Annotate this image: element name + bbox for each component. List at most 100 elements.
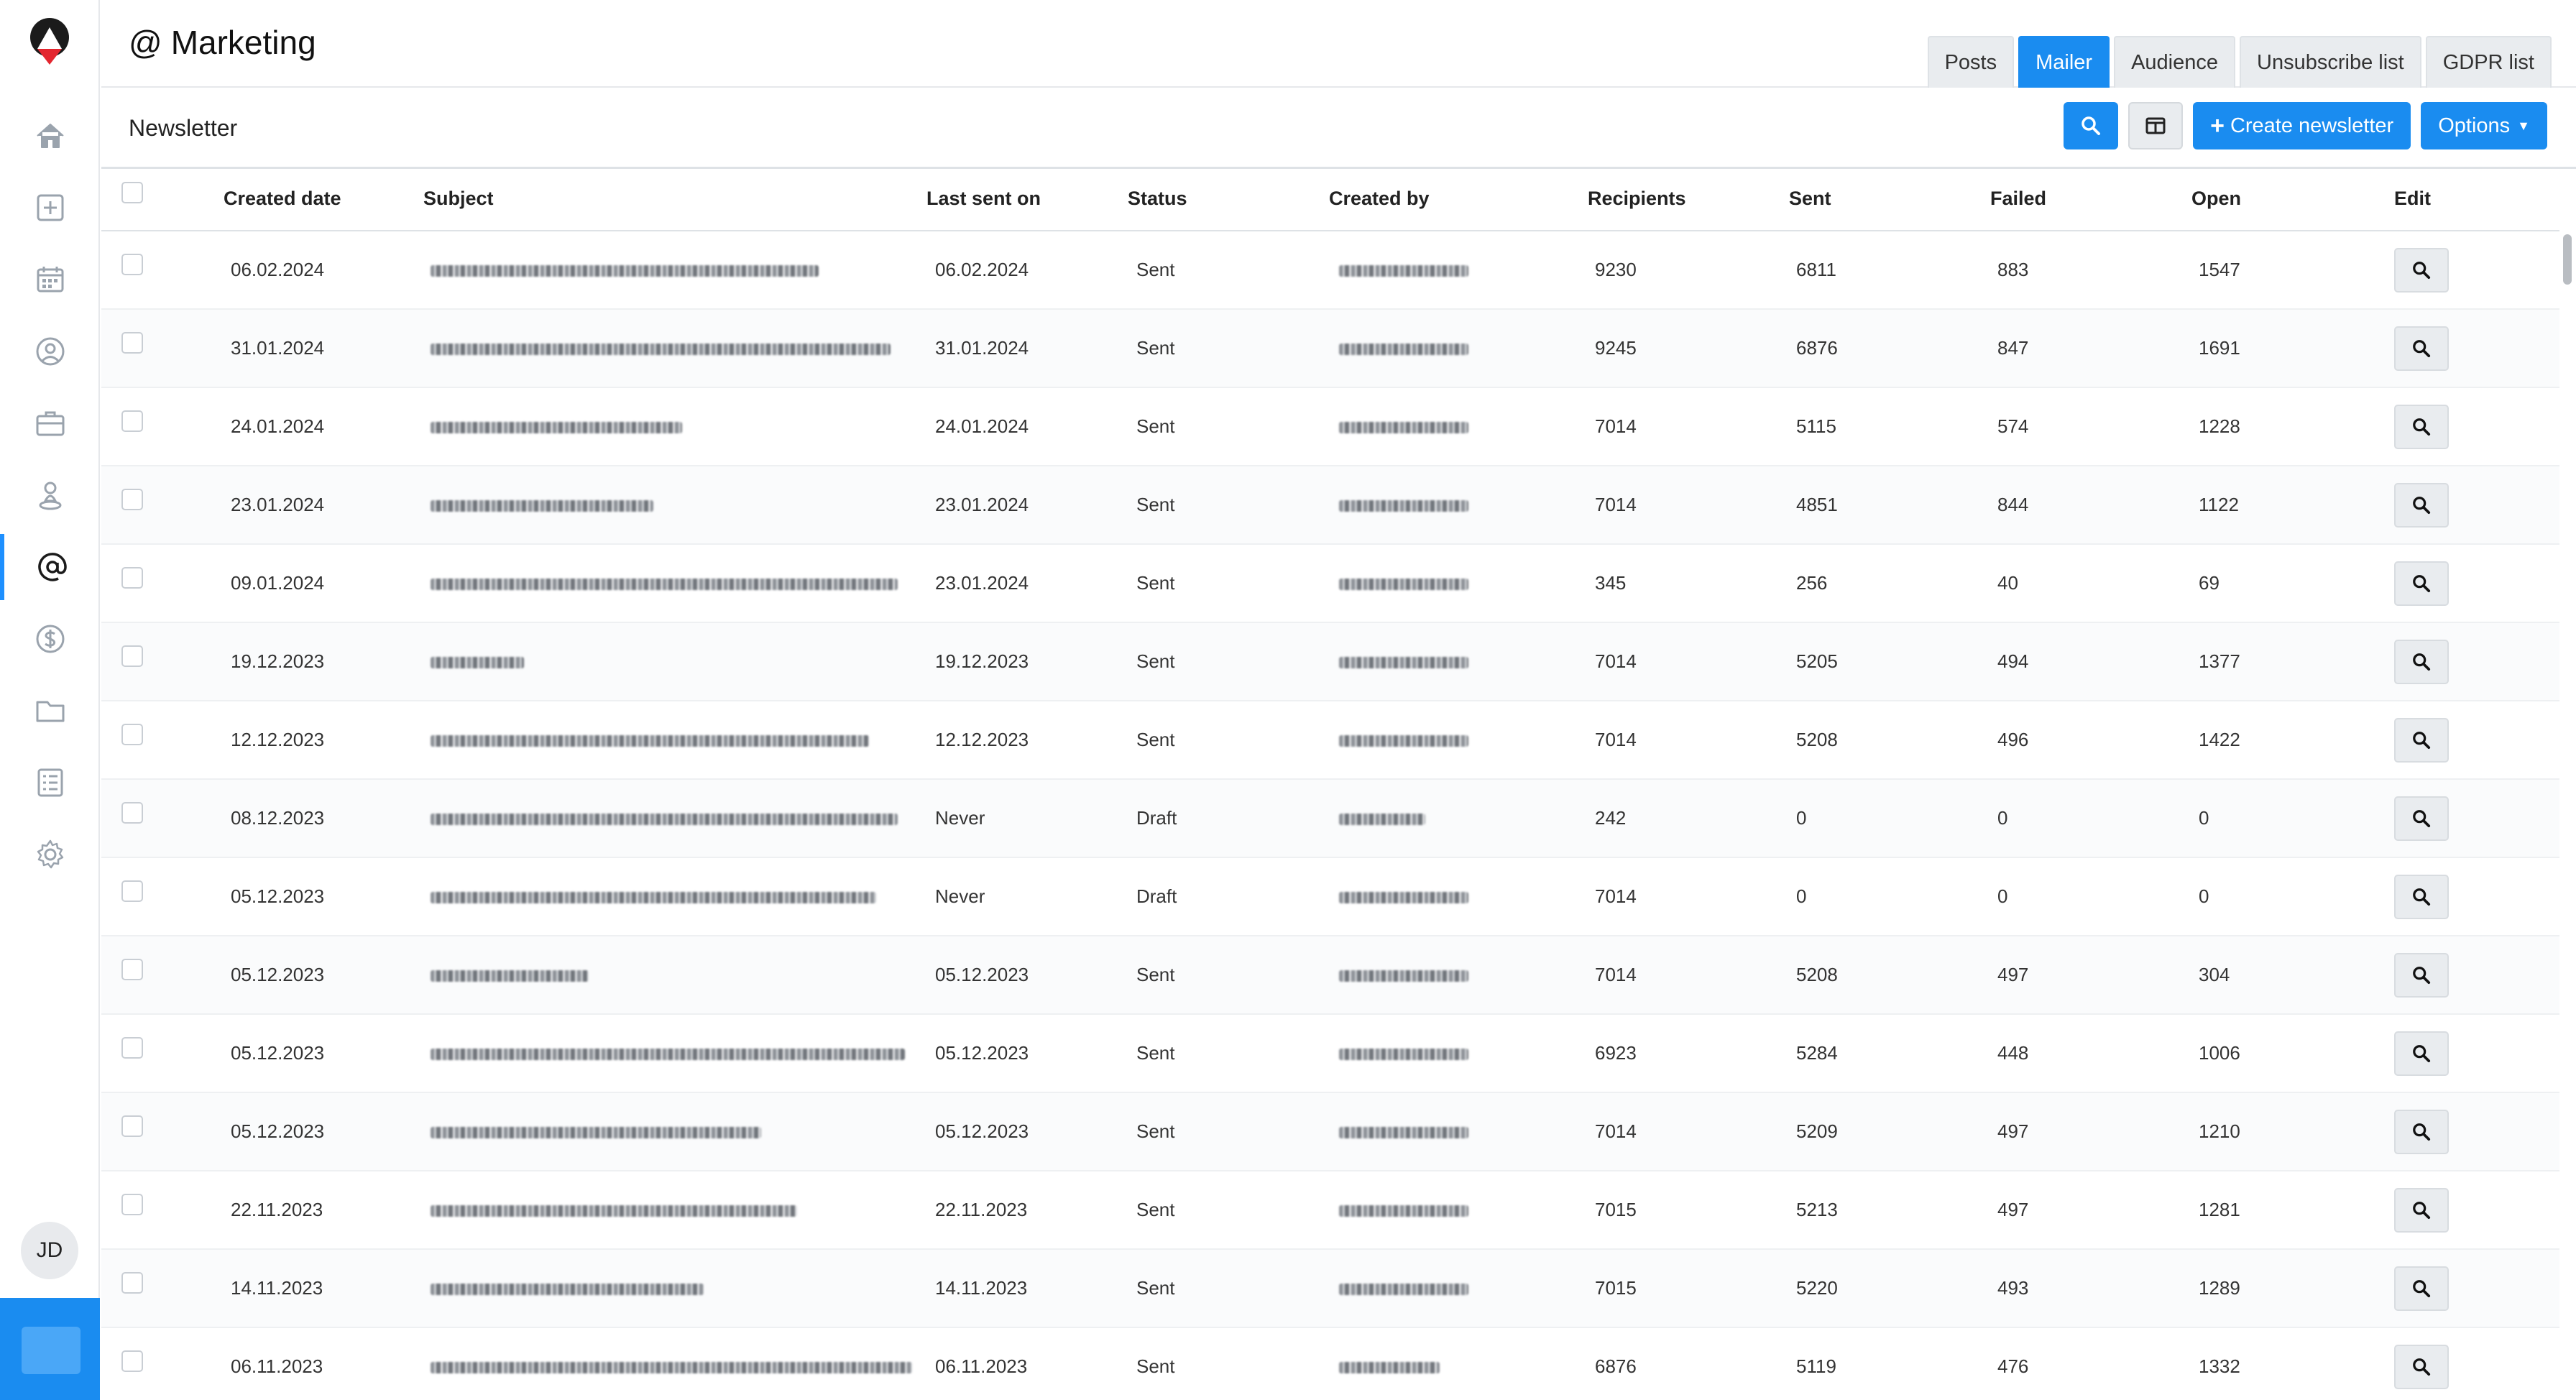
table-row[interactable]: 23.01.2024 23.01.2024 Sent 7014 4851 844… (101, 466, 2559, 545)
col-sent[interactable]: Sent (1789, 167, 1990, 231)
sidebar-item-home[interactable] (0, 103, 100, 169)
sidebar-item-tasks[interactable] (0, 750, 100, 816)
edit-cell (2394, 1327, 2559, 1400)
row-checkbox[interactable] (121, 1272, 143, 1294)
select-all-checkbox[interactable] (121, 182, 143, 204)
subject-redacted (431, 422, 682, 434)
col-last-sent[interactable]: Last sent on (926, 167, 1128, 231)
sidebar-item-add[interactable] (0, 175, 100, 241)
tab-audience[interactable]: Audience (2114, 36, 2236, 88)
sidebar-item-projects[interactable] (0, 390, 100, 456)
row-checkbox[interactable] (121, 802, 143, 824)
table-row[interactable]: 12.12.2023 12.12.2023 Sent 7014 5208 496… (101, 701, 2559, 780)
tab-mailer[interactable]: Mailer (2018, 36, 2110, 88)
edit-button[interactable] (2394, 482, 2449, 528)
row-checkbox[interactable] (121, 724, 143, 746)
table-row[interactable]: 09.01.2024 23.01.2024 Sent 345 256 40 69 (101, 544, 2559, 623)
edit-button[interactable] (2394, 874, 2449, 919)
col-open[interactable]: Open (2191, 167, 2394, 231)
row-checkbox[interactable] (121, 254, 143, 276)
sent: 256 (1789, 544, 1990, 623)
columns-button[interactable] (2128, 102, 2184, 149)
avatar[interactable]: JD (21, 1222, 78, 1279)
last-sent-on: Never (926, 857, 1128, 936)
search-icon (2413, 574, 2431, 592)
table-row[interactable]: 06.02.2024 06.02.2024 Sent 9230 6811 883… (101, 231, 2559, 310)
row-checkbox[interactable] (121, 1037, 143, 1059)
row-checkbox[interactable] (121, 1194, 143, 1216)
table-row[interactable]: 05.12.2023 05.12.2023 Sent 6923 5284 448… (101, 1014, 2559, 1093)
col-failed[interactable]: Failed (1990, 167, 2191, 231)
sidebar-item-calendar[interactable] (0, 247, 100, 313)
scrollbar[interactable] (2563, 234, 2572, 285)
edit-button[interactable] (2394, 1109, 2449, 1154)
open: 1547 (2191, 231, 2394, 310)
edit-button[interactable] (2394, 796, 2449, 841)
sent: 5119 (1789, 1327, 1990, 1400)
row-select-cell (101, 779, 224, 858)
sidebar-item-people[interactable] (0, 462, 100, 528)
tab-gdpr-list[interactable]: GDPR list (2425, 36, 2552, 88)
tab-unsubscribe-list[interactable]: Unsubscribe list (2240, 36, 2421, 88)
sent: 5220 (1789, 1249, 1990, 1328)
table-row[interactable]: 05.12.2023 Never Draft 7014 0 0 0 (101, 857, 2559, 936)
edit-button[interactable] (2394, 1266, 2449, 1311)
page-title-text: Marketing (170, 24, 316, 61)
col-status[interactable]: Status (1128, 167, 1329, 231)
edit-button[interactable] (2394, 1031, 2449, 1076)
options-dropdown[interactable]: Options ▼ (2421, 102, 2547, 149)
row-checkbox[interactable] (121, 410, 143, 433)
table-row[interactable]: 08.12.2023 Never Draft 242 0 0 0 (101, 779, 2559, 858)
sidebar-footer[interactable] (0, 1298, 100, 1400)
create-newsletter-button[interactable]: + Create newsletter (2193, 102, 2411, 149)
edit-button[interactable] (2394, 952, 2449, 998)
row-checkbox[interactable] (121, 959, 143, 981)
sidebar-item-contacts[interactable] (0, 318, 100, 384)
row-checkbox[interactable] (121, 645, 143, 668)
col-recipients[interactable]: Recipients (1588, 167, 1789, 231)
edit-cell (2394, 231, 2559, 310)
edit-button[interactable] (2394, 561, 2449, 606)
row-checkbox[interactable] (121, 332, 143, 354)
created-date: 19.12.2023 (224, 622, 423, 701)
table-row[interactable]: 05.12.2023 05.12.2023 Sent 7014 5209 497… (101, 1092, 2559, 1171)
plus-square-icon (37, 194, 63, 221)
table-row[interactable]: 31.01.2024 31.01.2024 Sent 9245 6876 847… (101, 309, 2559, 388)
edit-button[interactable] (2394, 247, 2449, 293)
sidebar-item-files[interactable] (0, 678, 100, 744)
creator-redacted (1339, 1127, 1468, 1139)
app-logo[interactable] (27, 17, 72, 66)
edit-button[interactable] (2394, 639, 2449, 684)
table-row[interactable]: 06.11.2023 06.11.2023 Sent 6876 5119 476… (101, 1327, 2559, 1400)
edit-button[interactable] (2394, 717, 2449, 763)
table-row[interactable]: 22.11.2023 22.11.2023 Sent 7015 5213 497… (101, 1171, 2559, 1250)
col-created-by[interactable]: Created by (1329, 167, 1588, 231)
row-checkbox[interactable] (121, 1115, 143, 1138)
edit-button[interactable] (2394, 404, 2449, 449)
sidebar-item-finance[interactable] (0, 606, 100, 672)
row-checkbox[interactable] (121, 880, 143, 903)
col-subject[interactable]: Subject (423, 167, 926, 231)
edit-button[interactable] (2394, 1187, 2449, 1233)
failed: 496 (1990, 701, 2191, 780)
edit-cell (2394, 1092, 2559, 1171)
sidebar-item-marketing[interactable] (0, 534, 100, 600)
failed: 883 (1990, 231, 2191, 310)
search-button[interactable] (2064, 102, 2119, 149)
row-checkbox[interactable] (121, 1350, 143, 1373)
table-row[interactable]: 19.12.2023 19.12.2023 Sent 7014 5205 494… (101, 622, 2559, 701)
search-icon (2413, 966, 2431, 984)
edit-button[interactable] (2394, 326, 2449, 371)
tab-posts[interactable]: Posts (1927, 36, 2015, 88)
creator-redacted (1339, 1049, 1468, 1061)
col-created-date[interactable]: Created date (224, 167, 423, 231)
table-row[interactable]: 24.01.2024 24.01.2024 Sent 7014 5115 574… (101, 387, 2559, 466)
edit-button[interactable] (2394, 1344, 2449, 1389)
table-row[interactable]: 05.12.2023 05.12.2023 Sent 7014 5208 497… (101, 936, 2559, 1015)
table-row[interactable]: 14.11.2023 14.11.2023 Sent 7015 5220 493… (101, 1249, 2559, 1328)
row-checkbox[interactable] (121, 567, 143, 589)
subject (423, 779, 926, 858)
status: Sent (1128, 936, 1329, 1015)
sidebar-item-settings[interactable] (0, 821, 100, 888)
row-checkbox[interactable] (121, 489, 143, 511)
